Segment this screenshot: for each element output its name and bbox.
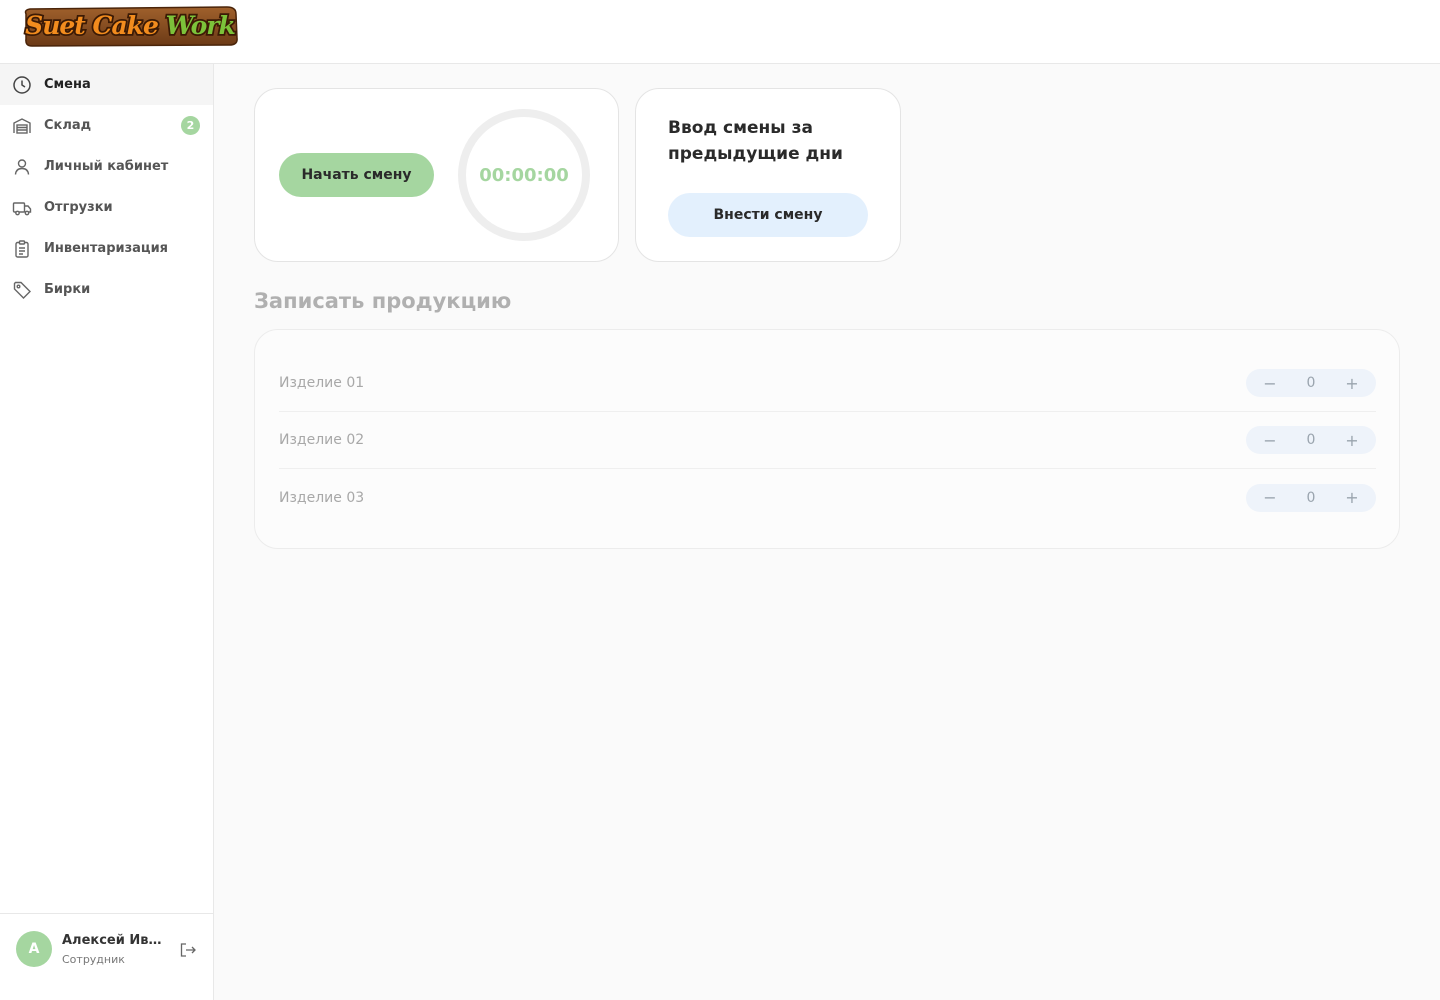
sidebar-item-label: Инвентаризация [44,241,169,256]
quantity-value: 0 [1306,375,1316,391]
sidebar-item-label: Склад [44,118,92,133]
sidebar-item-warehouse[interactable]: Склад 2 [0,105,213,146]
increment-button[interactable]: + [1344,374,1360,393]
start-shift-button[interactable]: Начать смену [279,153,434,197]
shift-timer: 00:00:00 [458,109,590,241]
increment-button[interactable]: + [1344,431,1360,450]
sidebar: Смена Склад 2 Личный кабинет Отгрузки Ин… [0,64,214,1000]
quantity-stepper: − 0 + [1246,369,1376,397]
top-header: Suet Cake Work [0,0,1440,64]
products-card: Изделие 01 − 0 + Изделие 02 − 0 + Издели… [254,329,1400,549]
clock-icon [12,75,32,95]
quantity-stepper: − 0 + [1246,483,1376,512]
increment-button[interactable]: + [1344,488,1360,507]
product-row: Изделие 02 − 0 + [279,412,1376,469]
sidebar-item-inventory[interactable]: Инвентаризация [0,228,213,269]
decrement-button[interactable]: − [1262,374,1278,393]
suet-cake-work-logo[interactable]: Suet Cake Work [22,2,240,48]
shift-card: Начать смену 00:00:00 [254,88,619,262]
clipboard-icon [12,239,32,259]
quantity-value: 0 [1306,432,1316,448]
enter-shift-button[interactable]: Внести смену [668,193,868,237]
user-profile: А Алексей Иван... Сотрудник [0,913,213,1000]
product-name: Изделие 01 [279,375,365,391]
sidebar-item-label: Смена [44,77,91,92]
product-name: Изделие 03 [279,489,365,506]
user-name: Алексей Иван... [62,933,170,948]
logo-text: Suet Cake Work [25,11,235,40]
timer-value: 00:00:00 [479,164,569,186]
sidebar-item-label: Отгрузки [44,200,113,215]
products-section-title: Записать продукцию [254,289,512,313]
sidebar-item-account[interactable]: Личный кабинет [0,146,213,187]
sidebar-item-tags[interactable]: Бирки [0,269,213,310]
decrement-button[interactable]: − [1262,488,1278,507]
product-name: Изделие 02 [279,432,365,448]
product-row: Изделие 01 − 0 + [279,355,1376,412]
notification-badge: 2 [181,116,200,135]
sidebar-item-shift[interactable]: Смена [0,64,213,105]
sidebar-item-label: Личный кабинет [44,159,169,174]
user-icon [12,157,32,177]
user-role: Сотрудник [62,953,125,966]
previous-shift-title: Ввод смены за предыдущие дни [668,118,843,164]
sidebar-item-shipments[interactable]: Отгрузки [0,187,213,228]
quantity-value: 0 [1306,489,1316,506]
previous-shift-card: Ввод смены за предыдущие дни Внести смен… [635,88,901,262]
logout-icon[interactable] [178,940,198,960]
product-row: Изделие 03 − 0 + [279,469,1376,526]
warehouse-icon [12,116,32,136]
avatar[interactable]: А [16,931,52,967]
sidebar-item-label: Бирки [44,282,91,297]
tag-icon [12,280,32,300]
quantity-stepper: − 0 + [1246,426,1376,454]
decrement-button[interactable]: − [1262,431,1278,450]
truck-icon [12,198,32,218]
